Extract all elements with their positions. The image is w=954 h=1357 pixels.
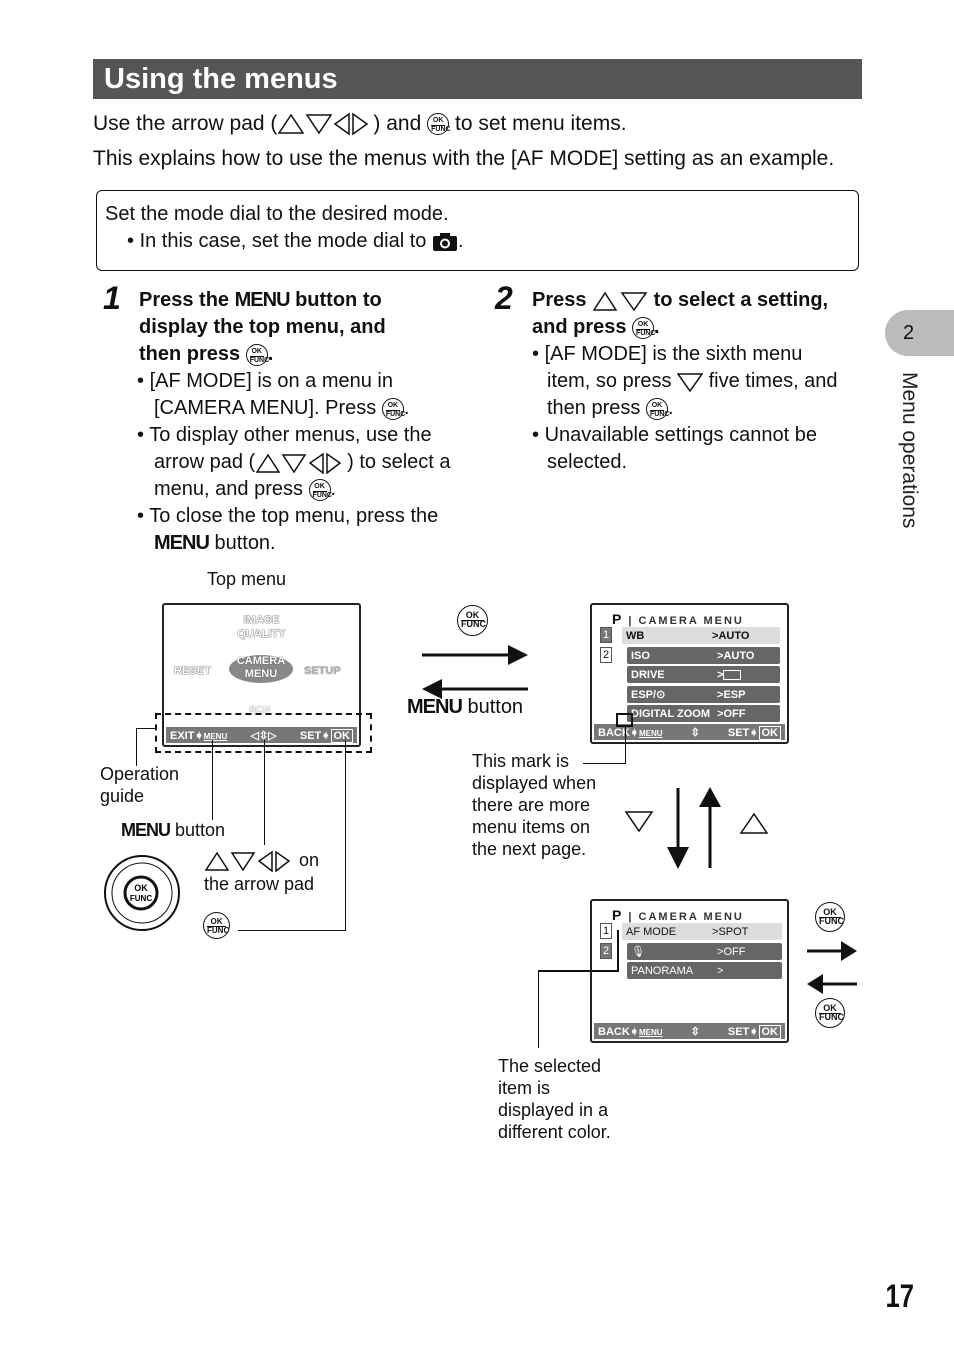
text: Press the — [139, 289, 230, 311]
step1: Press the MENU button to display the top… — [137, 287, 469, 557]
text: button. — [214, 532, 276, 554]
svg-text:OK: OK — [134, 883, 148, 893]
text: [CAMERA MENU]. Press — [154, 397, 377, 419]
menu-row[interactable]: ESP/⊙ >ESP — [627, 686, 780, 703]
text: Unavailable settings cannot be — [544, 424, 817, 446]
text: To close the top menu, press the — [149, 505, 439, 527]
arrow-pad-icon — [204, 850, 291, 873]
menu-button-label: MENU button — [121, 820, 226, 840]
text: and press — [532, 316, 627, 338]
more-items-caption: This mark is displayed when there are more… — [472, 751, 597, 859]
ok-func-icon: OK FUNC — [645, 397, 669, 420]
text: menu, and press — [154, 478, 303, 500]
menu-row[interactable]: ISO >AUTO — [627, 647, 780, 664]
arrow-pad-icon — [278, 112, 369, 136]
step1-number: 1 — [103, 280, 121, 316]
top-menu-label: Top menu — [207, 569, 287, 589]
menu-label: MENU — [154, 532, 210, 554]
page-number: 17 — [885, 1278, 915, 1314]
reset-item: RESET — [174, 665, 211, 677]
text: then press — [139, 343, 241, 365]
camera-menu-item: CAMERA MENU — [229, 655, 293, 683]
title-bar: Using the menus — [93, 59, 862, 99]
ok-func-icon: OK FUNC — [381, 397, 405, 420]
text: button to — [295, 289, 382, 311]
menu-row-selected[interactable]: AF MODE >SPOT — [622, 923, 782, 940]
ok-func-icon: OK FUNC — [427, 113, 451, 136]
text: To display other menus, use the — [149, 424, 432, 446]
step2-number: 2 — [495, 280, 513, 316]
svg-text:FUNC: FUNC — [130, 894, 152, 903]
up-down-arrow-icon — [592, 291, 648, 312]
chapter-label: Menu operations — [898, 372, 921, 529]
menu-row[interactable]: DIGITAL ZOOM >OFF — [627, 705, 780, 722]
arrow-pad-dial-icon: OKFUNC — [104, 855, 180, 931]
box-bullet: • In this case, set the mode dial to . — [127, 230, 464, 252]
text: Press — [532, 289, 587, 311]
ok-func-button-icon: OK FUNC — [203, 912, 230, 939]
ok-func-icon: OK FUNC — [632, 316, 656, 339]
arrow-pad-icon — [255, 452, 342, 474]
camera-icon — [432, 232, 457, 251]
text: selected. — [547, 451, 628, 473]
text: item, so press — [547, 370, 672, 392]
ok-func-icon: OK FUNC — [815, 998, 845, 1028]
setup-item: SETUP — [304, 665, 341, 677]
step2: Press to select a setting, and press OK F… — [532, 287, 852, 476]
box-text: Set the mode dial to the desired mode. — [105, 203, 449, 225]
text: display the top menu, and — [139, 316, 386, 338]
text: then press — [547, 397, 641, 419]
ok-func-icon: OK FUNC — [308, 478, 332, 501]
instruction-box: Set the mode dial to the desired mode. •… — [96, 190, 859, 271]
scroll-arrows-icon — [624, 787, 769, 869]
image-quality-item: IMAGE QUALITY — [237, 614, 286, 640]
text: Use the arrow pad ( — [93, 112, 278, 135]
text: [AF MODE] is the sixth menu — [544, 343, 803, 365]
menu-row-selected[interactable]: WB >AUTO — [622, 627, 780, 644]
down-arrow-icon — [677, 372, 704, 392]
text: to set menu items. — [454, 112, 627, 135]
intro-line2: This explains how to use the menus with … — [93, 147, 835, 170]
right-arrow-icon — [422, 645, 528, 699]
menu-button-label: MENU button — [407, 696, 524, 718]
text: In this case, set the mode dial to — [139, 230, 427, 252]
camera-menu-page2: P | CAMERA MENU 1 2 AF MODE >SPOT 🎙 >OFF P… — [590, 899, 789, 1043]
text: [AF MODE] is on a menu in — [149, 370, 393, 392]
menu-row[interactable]: 🎙 >OFF — [627, 943, 782, 960]
text: ) and — [373, 112, 422, 135]
menu-label: MENU — [234, 289, 291, 311]
right-left-arrows-icon — [807, 941, 857, 994]
arrow-pad-label: on the arrow pad — [204, 850, 320, 895]
selected-item-caption: The selected item is displayed in a differe… — [498, 1056, 611, 1142]
menu-row[interactable]: PANORAMA > — [627, 962, 782, 979]
text: to select a setting, — [653, 289, 829, 311]
text: five times, and — [708, 370, 838, 392]
intro-line1: Use the arrow pad ( ) and OK FUNC to set m… — [93, 110, 627, 137]
text: ) to select a — [347, 451, 451, 473]
chapter-tab: 2 — [885, 310, 954, 356]
microphone-icon: 🎙 — [631, 946, 645, 958]
more-items-mark — [616, 713, 633, 727]
ok-func-icon: OK FUNC — [457, 605, 488, 636]
menu-row[interactable]: DRIVE > — [627, 666, 780, 683]
ok-func-icon: OK FUNC — [245, 343, 269, 366]
operation-guide-label: Operation guide — [100, 764, 180, 806]
text: arrow pad ( — [154, 451, 256, 473]
ok-func-icon: OK FUNC — [815, 902, 845, 932]
